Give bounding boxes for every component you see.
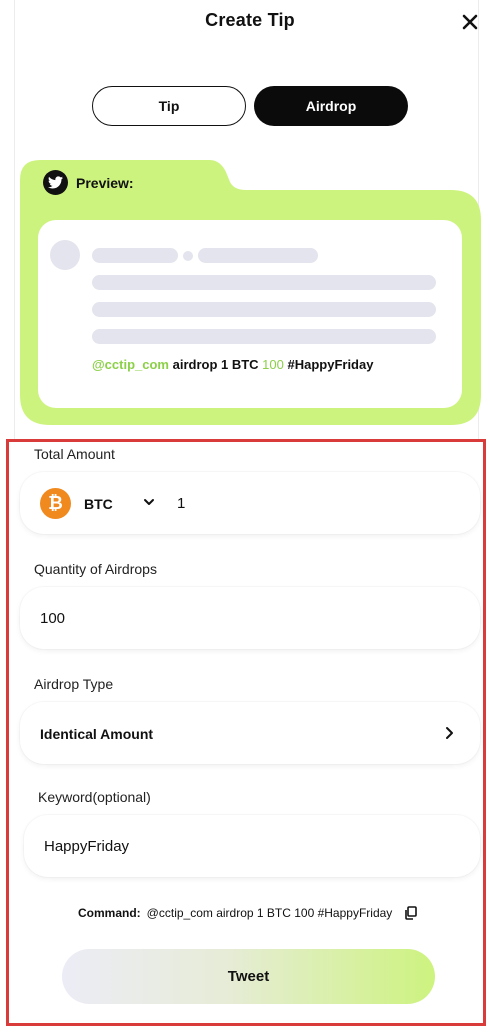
handle-placeholder xyxy=(198,248,318,263)
currency-selector[interactable]: BTC xyxy=(84,496,113,512)
tweet-hashtag: #HappyFriday xyxy=(283,357,374,372)
text-line-placeholder xyxy=(92,275,436,290)
keyword-field[interactable]: HappyFriday xyxy=(24,815,480,877)
preview-header: Preview: xyxy=(43,170,134,195)
tweet-card: @cctip_com airdrop 1 BTC 100 #HappyFrida… xyxy=(38,220,462,408)
airdrop-type-value: Identical Amount xyxy=(40,726,154,742)
tweet-body: airdrop 1 BTC xyxy=(168,357,263,372)
bitcoin-icon: ₿ xyxy=(40,488,71,519)
close-icon xyxy=(462,14,478,30)
separator-dot xyxy=(183,251,193,261)
tweet-button[interactable]: Tweet xyxy=(62,949,435,1004)
command-text: @cctip_com airdrop 1 BTC 100 #HappyFrida… xyxy=(146,906,393,920)
tweet-preview: Preview: @cctip_com airdrop 1 BTC 100 #H… xyxy=(20,160,481,425)
page-title: Create Tip xyxy=(205,10,295,30)
airdrop-type-label: Airdrop Type xyxy=(34,676,114,692)
chevron-right-icon xyxy=(446,727,453,739)
tweet-quantity: 100 xyxy=(262,357,284,372)
airdrop-type-selector[interactable]: Identical Amount xyxy=(20,702,480,764)
keyword-input[interactable]: HappyFriday xyxy=(44,838,129,855)
avatar-placeholder xyxy=(50,240,80,270)
tab-airdrop[interactable]: Airdrop xyxy=(254,86,408,126)
command-row: Command: @cctip_com airdrop 1 BTC 100 #H… xyxy=(78,906,418,920)
total-amount-label: Total Amount xyxy=(34,446,115,462)
tab-tip[interactable]: Tip xyxy=(92,86,246,126)
keyword-label: Keyword(optional) xyxy=(38,789,151,805)
quantity-field[interactable]: 100 xyxy=(20,587,480,649)
quantity-input[interactable]: 100 xyxy=(40,610,65,627)
copy-icon xyxy=(405,906,418,920)
command-label: Command: xyxy=(78,906,141,920)
quantity-label: Quantity of Airdrops xyxy=(34,561,157,577)
text-line-placeholder xyxy=(92,302,436,317)
twitter-icon xyxy=(43,170,68,195)
close-button[interactable] xyxy=(458,10,482,34)
mode-tabs: Tip Airdrop xyxy=(92,86,408,126)
tweet-preview-text: @cctip_com airdrop 1 BTC 100 #HappyFrida… xyxy=(92,357,373,372)
panel-left-edge xyxy=(14,0,15,440)
total-amount-field[interactable]: ₿ BTC 1 xyxy=(20,472,480,534)
preview-label: Preview: xyxy=(76,174,134,191)
tweet-mention: @cctip_com xyxy=(92,357,169,372)
chevron-down-icon[interactable] xyxy=(143,497,155,507)
amount-input[interactable]: 1 xyxy=(177,495,185,512)
name-placeholder xyxy=(92,248,178,263)
text-line-placeholder xyxy=(92,329,436,344)
copy-button[interactable] xyxy=(404,906,418,920)
